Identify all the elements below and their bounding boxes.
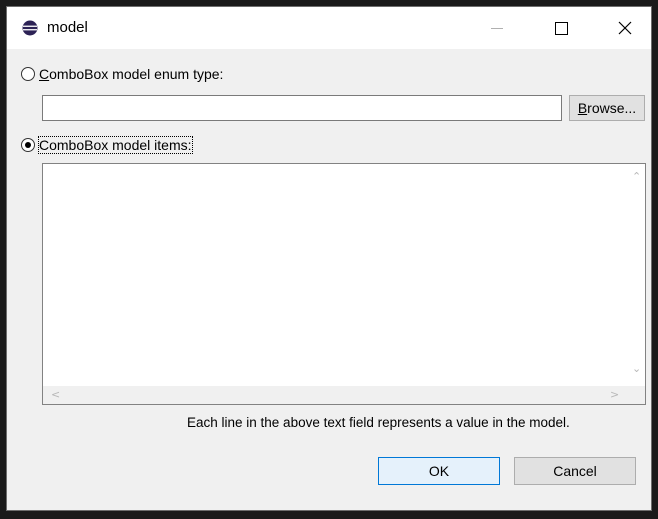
chevron-down-icon[interactable]: ⌄ [632,362,641,375]
enum-type-input[interactable] [42,95,562,121]
close-button[interactable] [597,7,653,49]
browse-button[interactable]: Browse... [569,95,645,121]
chevron-right-icon[interactable]: > [610,388,619,401]
ok-button[interactable]: OK [378,457,500,485]
close-icon [618,21,632,35]
eclipse-icon [22,20,38,36]
horizontal-scrollbar[interactable]: < > [43,386,628,404]
enum-type-label: ComboBox model enum type: [39,66,224,82]
items-radio[interactable] [21,138,35,152]
minimize-icon [491,27,503,29]
enum-type-radio-row[interactable]: ComboBox model enum type: [21,66,223,82]
vertical-scrollbar[interactable]: ⌃ ⌄ [628,164,645,386]
info-text: Each line in the above text field repres… [187,415,570,430]
window-title: model [47,19,88,36]
items-textarea[interactable]: ⌃ ⌄ < > [42,163,646,405]
chevron-left-icon[interactable]: < [51,388,60,401]
maximize-button[interactable] [533,7,589,49]
minimize-button[interactable] [469,7,525,49]
chevron-up-icon[interactable]: ⌃ [632,170,641,183]
items-radio-row[interactable]: ComboBox model items: [21,136,193,154]
title-bar[interactable]: model [7,7,651,49]
scrollbar-corner [628,386,645,404]
dialog-window: model ComboBox model enum type: Browse..… [6,6,652,511]
cancel-button[interactable]: Cancel [514,457,636,485]
enum-type-radio[interactable] [21,67,35,81]
maximize-icon [554,21,568,35]
items-label: ComboBox model items: [38,136,193,154]
